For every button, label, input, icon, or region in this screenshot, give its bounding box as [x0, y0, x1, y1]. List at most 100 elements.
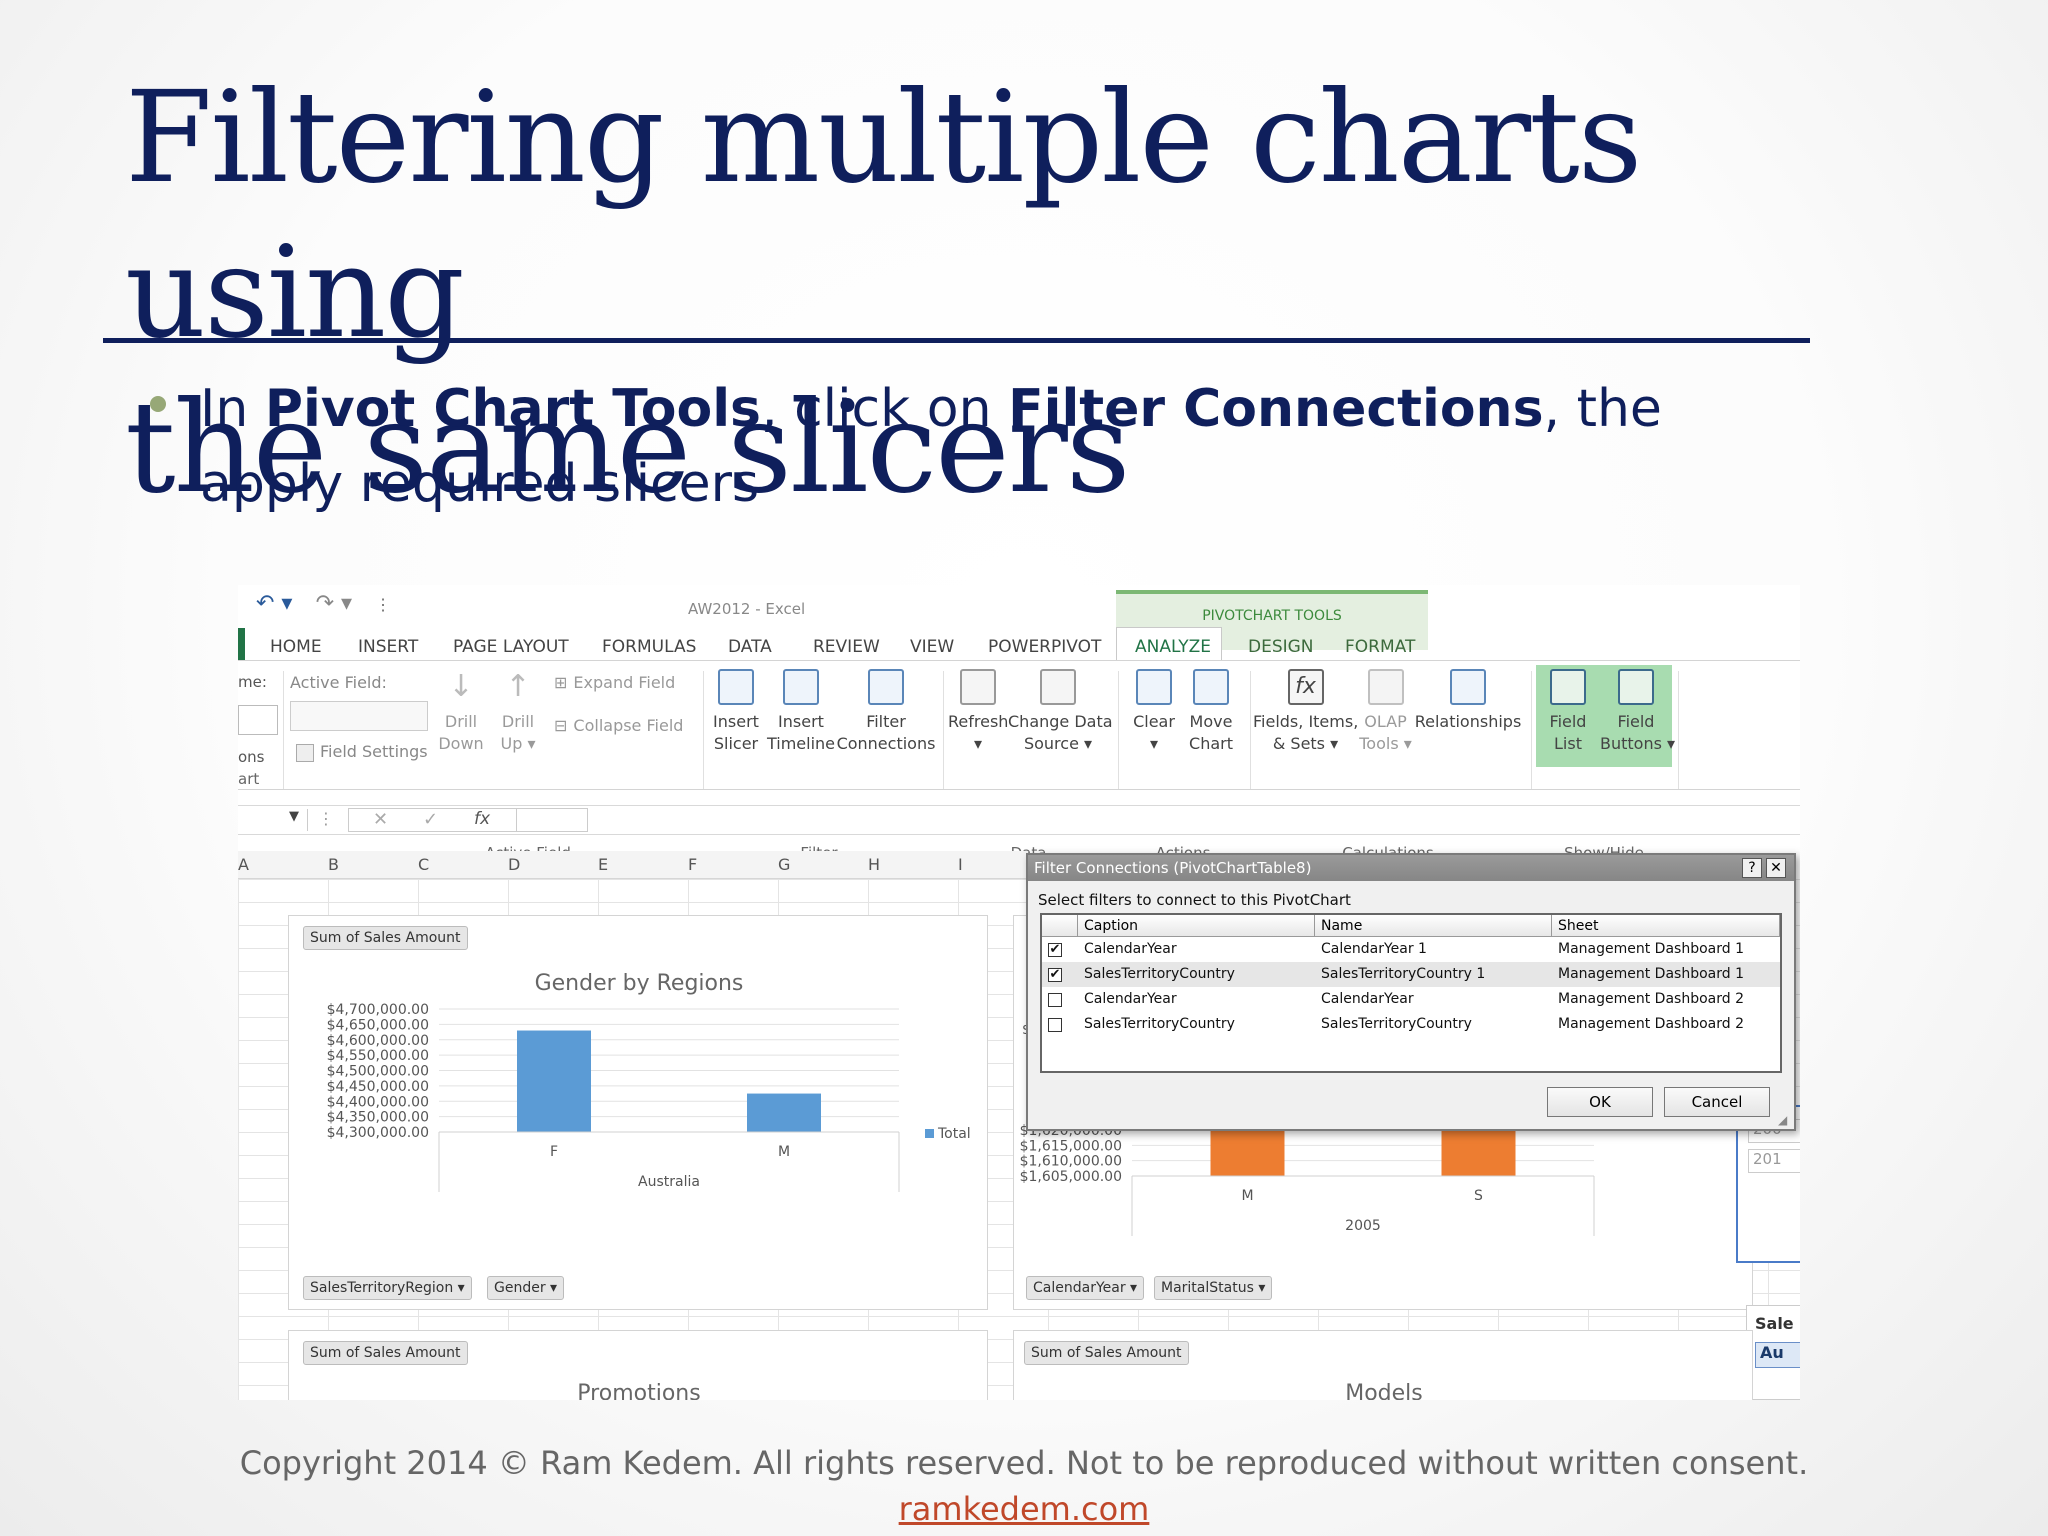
collapse-field-icon: ⊟ — [554, 716, 568, 735]
row-checkbox[interactable]: ✔ — [1048, 943, 1062, 957]
filter-sales-territory-region-pill[interactable]: SalesTerritoryRegion ▾ — [303, 1276, 472, 1300]
y-tick-label: $4,400,000.00 — [327, 1094, 429, 1110]
resize-grip-icon[interactable]: ◢ — [1778, 1113, 1787, 1127]
y-tick-label: $4,450,000.00 — [327, 1079, 429, 1095]
promotions-title: Promotions — [577, 1381, 701, 1400]
formula-bar-grip: ⋮ — [318, 809, 334, 828]
olap-tools-icon — [1367, 669, 1404, 705]
name-box-dropdown-icon[interactable]: ▼ — [238, 809, 308, 831]
row-caption: SalesTerritoryCountry — [1084, 1016, 1235, 1032]
x-group-label: 2005 — [1345, 1218, 1381, 1234]
col-f[interactable]: F — [688, 855, 697, 874]
change-data-source-button[interactable]: Change Data Source ▾ — [1008, 669, 1113, 755]
collapse-field-button[interactable]: ⊟ Collapse Field — [554, 716, 683, 735]
row-checkbox[interactable] — [1048, 1018, 1062, 1032]
col-d[interactable]: D — [508, 855, 520, 874]
models-sum-pill[interactable]: Sum of Sales Amount — [1024, 1341, 1189, 1365]
field-list-button[interactable]: Field List — [1538, 669, 1598, 755]
x-tick-label: M — [1241, 1188, 1253, 1204]
tab-formulas[interactable]: FORMULAS — [602, 637, 696, 657]
y-tick-label: $4,350,000.00 — [327, 1110, 429, 1126]
field-buttons-button[interactable]: Field Buttons ▾ — [1600, 669, 1675, 755]
relationships-button[interactable]: Relationships — [1413, 669, 1523, 733]
filter-row[interactable]: ✔ SalesTerritoryCountry SalesTerritoryCo… — [1042, 962, 1780, 987]
row-sheet: Management Dashboard 1 — [1558, 966, 1744, 982]
insert-slicer-button[interactable]: Insert Slicer — [703, 669, 769, 755]
move-chart-icon — [1193, 669, 1229, 705]
filter-calendar-year-pill[interactable]: CalendarYear ▾ — [1026, 1276, 1145, 1300]
drill-down-button[interactable]: ↓ Drill Down — [436, 669, 486, 755]
col-b[interactable]: B — [328, 855, 339, 874]
expand-field-button[interactable]: ⊞ Expand Field — [554, 673, 675, 692]
field-settings-button[interactable]: Field Settings — [320, 742, 428, 761]
tab-home[interactable]: HOME — [270, 637, 322, 657]
filter-connections-icon — [868, 669, 904, 705]
header-caption[interactable]: Caption — [1078, 915, 1315, 937]
header-name[interactable]: Name — [1315, 915, 1552, 937]
pivotchart-name-input[interactable] — [238, 705, 278, 735]
filter-connections-dialog: Filter Connections (PivotChartTable8) ? … — [1026, 853, 1796, 1131]
tab-analyze[interactable]: ANALYZE — [1135, 637, 1211, 657]
header-sheet[interactable]: Sheet — [1552, 915, 1780, 937]
help-icon[interactable]: ? — [1742, 858, 1762, 878]
tab-view[interactable]: VIEW — [910, 637, 954, 657]
slicer-sales-territory-partial[interactable]: Sale Au — [1746, 1305, 1800, 1400]
slicer-item-au[interactable]: Au — [1755, 1342, 1800, 1368]
row-checkbox[interactable]: ✔ — [1048, 968, 1062, 982]
header-check-col — [1042, 915, 1078, 937]
formula-input[interactable] — [516, 808, 1800, 832]
tab-data[interactable]: DATA — [728, 637, 772, 657]
refresh-button[interactable]: Refresh ▾ — [948, 669, 1008, 755]
sep-1 — [283, 671, 284, 789]
col-h[interactable]: H — [868, 855, 880, 874]
chart-models[interactable]: Sum of Sales Amount Models — [1013, 1330, 1753, 1400]
active-field-input[interactable] — [290, 701, 428, 731]
slicer-year-item-2[interactable]: 201 — [1748, 1149, 1800, 1173]
row-checkbox[interactable] — [1048, 993, 1062, 1007]
tab-review[interactable]: REVIEW — [813, 637, 880, 657]
filter-connections-button[interactable]: Filter Connections — [836, 669, 936, 755]
tab-format[interactable]: FORMAT — [1345, 637, 1415, 657]
y-tick-label: $1,605,000.00 — [1020, 1169, 1122, 1185]
row-sheet: Management Dashboard 1 — [1558, 941, 1744, 957]
move-chart-button[interactable]: Move Chart — [1183, 669, 1239, 755]
col-i[interactable]: I — [958, 855, 963, 874]
cancel-icon[interactable]: ✕ — [373, 809, 388, 830]
col-g[interactable]: G — [778, 855, 790, 874]
chart-promotions[interactable]: Sum of Sales Amount Promotions — [288, 1330, 988, 1400]
promotions-sum-pill[interactable]: Sum of Sales Amount — [303, 1341, 468, 1365]
excel-screenshot: ↶ ▾ ↷ ▾ ⋮ AW2012 - Excel PIVOTCHART TOOL… — [238, 585, 1800, 1400]
col-e[interactable]: E — [598, 855, 608, 874]
chart-gender-by-regions[interactable]: Sum of Sales Amount Gender by Regions $4,… — [288, 915, 988, 1310]
fx-function-icon[interactable]: fx — [474, 809, 490, 829]
filter-row[interactable]: SalesTerritoryCountry SalesTerritoryCoun… — [1042, 1012, 1780, 1037]
enter-icon[interactable]: ✓ — [423, 809, 438, 830]
sep-3 — [943, 671, 944, 789]
col-a[interactable]: A — [238, 855, 249, 874]
tab-powerpivot[interactable]: POWERPIVOT — [988, 637, 1101, 657]
bar — [747, 1093, 821, 1132]
clear-button[interactable]: Clear ▾ — [1126, 669, 1182, 755]
close-icon[interactable]: ✕ — [1766, 858, 1786, 878]
slicer-header: Sale — [1755, 1314, 1794, 1333]
cancel-button[interactable]: Cancel — [1664, 1087, 1770, 1117]
drill-up-button[interactable]: ↑ Drill Up ▾ — [493, 669, 543, 755]
active-field-label: Active Field: — [290, 673, 387, 692]
tab-page-layout[interactable]: PAGE LAYOUT — [453, 637, 569, 657]
filter-row[interactable]: ✔ CalendarYear CalendarYear 1 Management… — [1042, 937, 1780, 962]
relationships-icon — [1450, 669, 1486, 705]
ok-button[interactable]: OK — [1547, 1087, 1653, 1117]
col-c[interactable]: C — [418, 855, 429, 874]
filter-row[interactable]: CalendarYear CalendarYear Management Das… — [1042, 987, 1780, 1012]
insert-timeline-button[interactable]: Insert Timeline — [766, 669, 836, 755]
tab-design[interactable]: DESIGN — [1248, 637, 1314, 657]
olap-tools-button[interactable]: OLAP Tools ▾ — [1358, 669, 1413, 755]
legend-label: Total — [937, 1126, 971, 1142]
filter-gender-pill[interactable]: Gender ▾ — [487, 1276, 565, 1300]
fields-items-sets-button[interactable]: fx Fields, Items, & Sets ▾ — [1253, 669, 1358, 755]
footer-link[interactable]: ramkedem.com — [0, 1490, 2048, 1528]
ribbon-partial-3: art — [238, 770, 260, 788]
field-list-icon — [1550, 669, 1586, 705]
tab-insert[interactable]: INSERT — [358, 637, 418, 657]
filter-marital-status-pill[interactable]: MaritalStatus ▾ — [1154, 1276, 1273, 1300]
